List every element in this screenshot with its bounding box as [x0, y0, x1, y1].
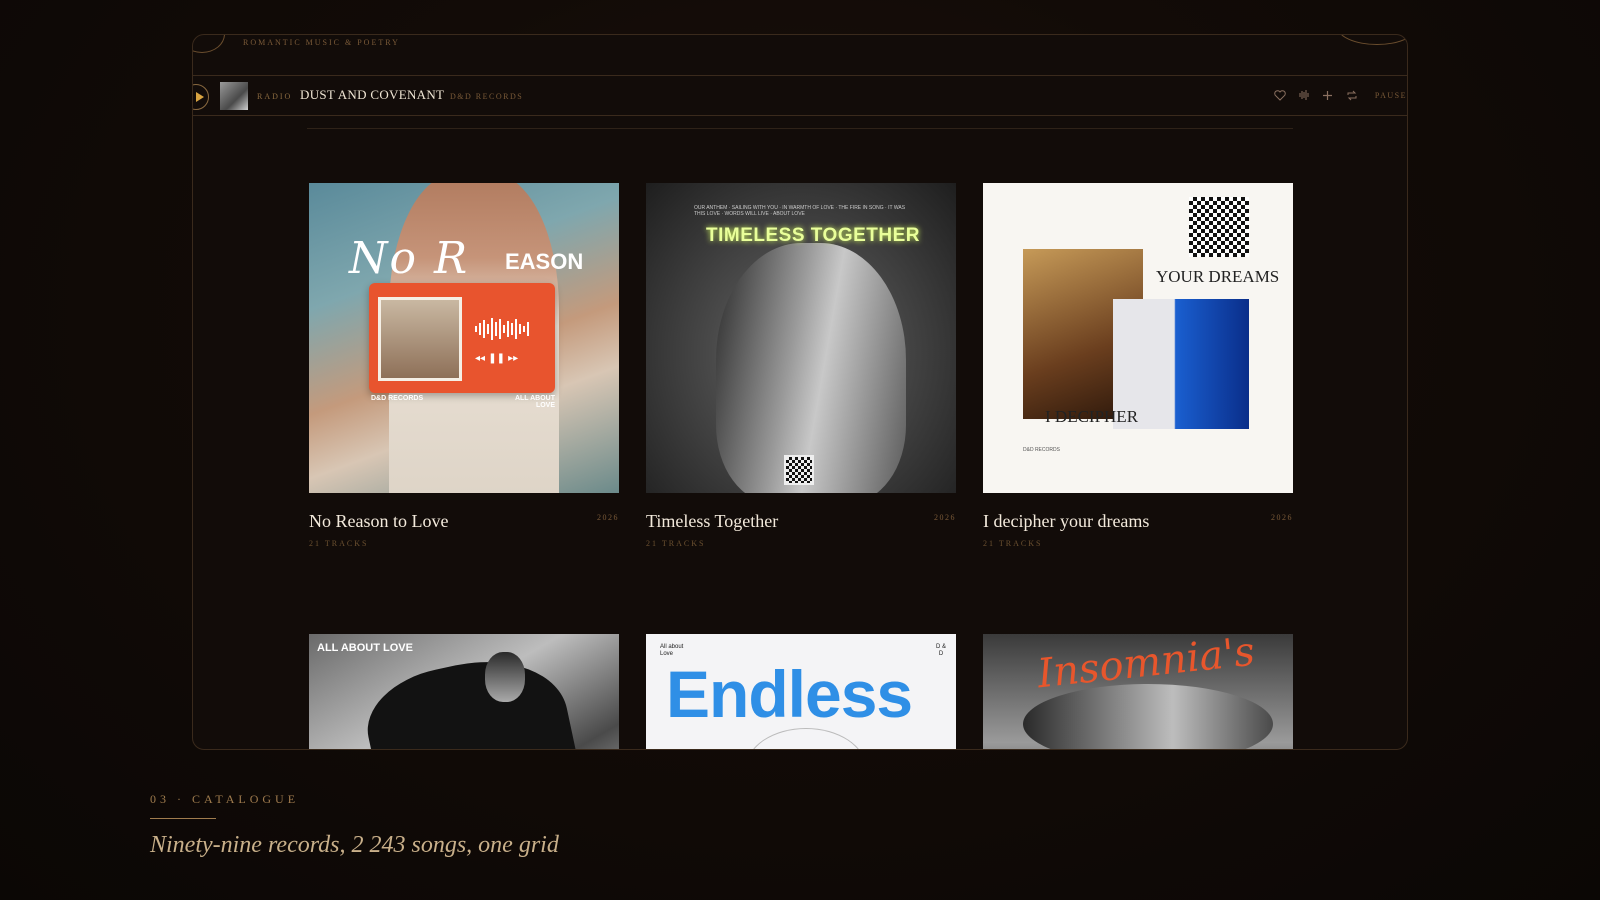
album-cover[interactable]: Insomnia's	[983, 634, 1293, 749]
album-cover[interactable]: All about Love D & D Endless	[646, 634, 956, 749]
play-button[interactable]	[193, 84, 209, 110]
cover-title-bottom: I DECIPHER	[1045, 407, 1139, 426]
cover-title-text: EASON	[505, 249, 584, 274]
cover-label-left: D&D RECORDS	[371, 395, 424, 402]
brand-ornament	[193, 35, 225, 53]
cover-figure-head	[485, 652, 525, 702]
player-controls: PAUSE	[1273, 88, 1407, 102]
cover-label: D&D RECORDS	[1023, 447, 1060, 453]
pause-button[interactable]: PAUSE	[1375, 91, 1407, 100]
album-card[interactable]: ALL ABOUT LOVE	[309, 634, 619, 749]
waveform-graphic	[475, 317, 545, 341]
album-card[interactable]: All about Love D & D Endless	[646, 634, 956, 749]
section-subtitle: Ninety-nine records, 2 243 songs, one gr…	[150, 832, 559, 858]
heart-icon[interactable]	[1273, 88, 1287, 102]
cover-title-text: Endless	[666, 657, 913, 731]
play-icon	[196, 92, 204, 102]
qr-code	[1189, 197, 1249, 257]
player-bar: RADIO DUST AND COVENANT D&D RECORDS PAUS…	[193, 76, 1407, 116]
cover-widget-photo	[378, 297, 462, 381]
album-card[interactable]: OUR ANTHEM · SAILING WITH YOU · IN WARMT…	[646, 183, 956, 551]
cover-title-text: TIMELESS TOGETHER	[706, 225, 921, 246]
album-card[interactable]: YOUR DREAMS I DECIPHER D&D RECORDS I dec…	[983, 183, 1293, 551]
qr-code	[784, 455, 814, 485]
cover-corner-right: D & D	[936, 644, 947, 657]
album-track-count: 21 TRACKS	[309, 539, 369, 548]
cover-tracklist: OUR ANTHEM · SAILING WITH YOU · IN WARMT…	[694, 205, 906, 217]
cover-title-top: YOUR DREAMS	[1156, 267, 1280, 286]
section-divider	[307, 128, 1293, 129]
now-playing-title[interactable]: DUST AND COVENANT	[300, 87, 444, 103]
app-tagline: ROMANTIC MUSIC & POETRY	[243, 38, 400, 47]
album-card[interactable]: No R EASON ◂◂ ❚❚ ▸▸ D&D RECORDS ALL ABOU…	[309, 183, 619, 551]
cover-figure	[357, 644, 581, 749]
brand-bar: ROMANTIC MUSIC & POETRY	[193, 35, 1407, 76]
cover-label-right: ALL ABOUT LOVE	[514, 395, 555, 409]
album-cover[interactable]: YOUR DREAMS I DECIPHER D&D RECORDS	[983, 183, 1293, 493]
album-year: 2026	[934, 513, 956, 522]
waveform-icon[interactable]	[1297, 88, 1311, 102]
cover-script-text: No R	[349, 233, 470, 284]
section-rule	[150, 818, 216, 819]
app-window: ROMANTIC MUSIC & POETRY RADIO DUST AND C…	[192, 34, 1408, 750]
album-title[interactable]: I decipher your dreams	[983, 511, 1293, 532]
section-eyebrow: 03 · CATALOGUE	[150, 792, 300, 806]
album-year: 2026	[597, 513, 619, 522]
cover-title-text: ALL ABOUT LOVE	[317, 642, 413, 654]
cover-player-widget: ◂◂ ❚❚ ▸▸	[369, 283, 555, 393]
album-cover[interactable]: ALL ABOUT LOVE	[309, 634, 619, 749]
album-track-count: 21 TRACKS	[983, 539, 1043, 548]
repeat-icon[interactable]	[1345, 88, 1359, 102]
album-title[interactable]: No Reason to Love	[309, 511, 619, 532]
now-playing-thumbnail[interactable]	[220, 82, 248, 110]
widget-controls-graphic: ◂◂ ❚❚ ▸▸	[475, 353, 519, 364]
now-playing-tag: RADIO	[257, 92, 293, 101]
album-year: 2026	[1271, 513, 1293, 522]
album-title[interactable]: Timeless Together	[646, 511, 956, 532]
now-playing-label: D&D RECORDS	[450, 92, 524, 101]
album-track-count: 21 TRACKS	[646, 539, 706, 548]
album-cover[interactable]: No R EASON ◂◂ ❚❚ ▸▸ D&D RECORDS ALL ABOU…	[309, 183, 619, 493]
brand-ornament-right	[1337, 35, 1407, 45]
plus-icon[interactable]	[1321, 88, 1335, 102]
album-card[interactable]: Insomnia's	[983, 634, 1293, 749]
album-cover[interactable]: OUR ANTHEM · SAILING WITH YOU · IN WARMT…	[646, 183, 956, 493]
